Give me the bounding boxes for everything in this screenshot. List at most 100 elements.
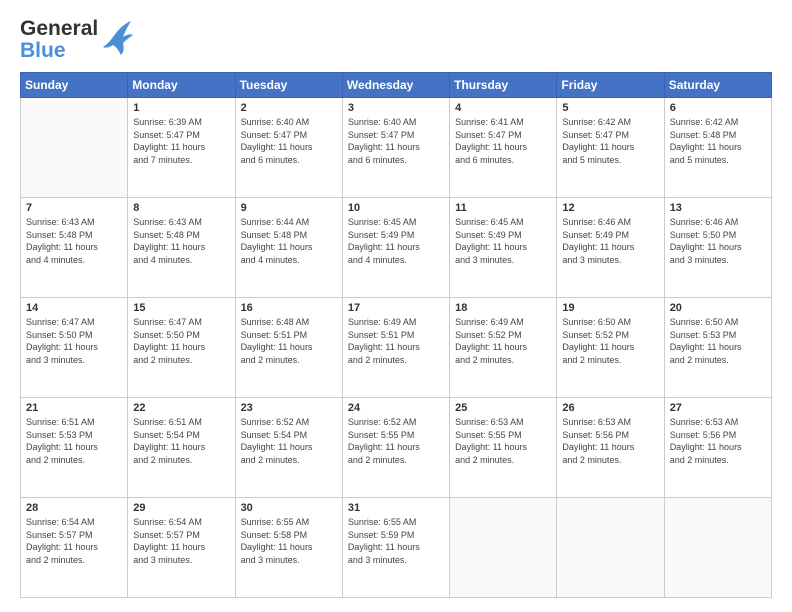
day-number: 7: [26, 202, 122, 214]
day-number: 15: [133, 302, 229, 314]
logo-bird-icon: [103, 17, 133, 60]
day-info: Sunrise: 6:50 AMSunset: 5:53 PMDaylight:…: [670, 316, 766, 366]
day-number: 27: [670, 402, 766, 414]
calendar-cell: [664, 497, 771, 597]
day-info: Sunrise: 6:54 AMSunset: 5:57 PMDaylight:…: [26, 516, 122, 566]
day-number: 14: [26, 302, 122, 314]
day-number: 26: [562, 402, 658, 414]
calendar-week-row: 14 Sunrise: 6:47 AMSunset: 5:50 PMDayligh…: [21, 298, 772, 398]
day-number: 8: [133, 202, 229, 214]
calendar-cell: 13 Sunrise: 6:46 AMSunset: 5:50 PMDayligh…: [664, 198, 771, 298]
calendar-cell: 28 Sunrise: 6:54 AMSunset: 5:57 PMDayligh…: [21, 497, 128, 597]
day-info: Sunrise: 6:55 AMSunset: 5:59 PMDaylight:…: [348, 516, 444, 566]
day-number: 9: [241, 202, 337, 214]
logo: General Blue: [20, 18, 133, 62]
page: General Blue SundayMondayTuesdayWednesda…: [0, 0, 792, 612]
day-number: 6: [670, 102, 766, 114]
day-info: Sunrise: 6:45 AMSunset: 5:49 PMDaylight:…: [348, 216, 444, 266]
day-info: Sunrise: 6:54 AMSunset: 5:57 PMDaylight:…: [133, 516, 229, 566]
day-info: Sunrise: 6:50 AMSunset: 5:52 PMDaylight:…: [562, 316, 658, 366]
day-info: Sunrise: 6:55 AMSunset: 5:58 PMDaylight:…: [241, 516, 337, 566]
day-number: 19: [562, 302, 658, 314]
day-number: 24: [348, 402, 444, 414]
calendar-cell: 7 Sunrise: 6:43 AMSunset: 5:48 PMDaylight…: [21, 198, 128, 298]
calendar-cell: 10 Sunrise: 6:45 AMSunset: 5:49 PMDayligh…: [342, 198, 449, 298]
calendar-cell: 8 Sunrise: 6:43 AMSunset: 5:48 PMDaylight…: [128, 198, 235, 298]
day-info: Sunrise: 6:47 AMSunset: 5:50 PMDaylight:…: [26, 316, 122, 366]
calendar-cell: 12 Sunrise: 6:46 AMSunset: 5:49 PMDayligh…: [557, 198, 664, 298]
calendar-cell: 2 Sunrise: 6:40 AMSunset: 5:47 PMDaylight…: [235, 98, 342, 198]
day-info: Sunrise: 6:45 AMSunset: 5:49 PMDaylight:…: [455, 216, 551, 266]
day-info: Sunrise: 6:39 AMSunset: 5:47 PMDaylight:…: [133, 116, 229, 166]
day-number: 28: [26, 502, 122, 514]
day-info: Sunrise: 6:53 AMSunset: 5:56 PMDaylight:…: [562, 416, 658, 466]
calendar-cell: [557, 497, 664, 597]
calendar-cell: 15 Sunrise: 6:47 AMSunset: 5:50 PMDayligh…: [128, 298, 235, 398]
weekday-header: Friday: [557, 73, 664, 98]
weekday-header: Thursday: [450, 73, 557, 98]
day-number: 1: [133, 102, 229, 114]
calendar-table: SundayMondayTuesdayWednesdayThursdayFrid…: [20, 72, 772, 598]
weekday-header: Saturday: [664, 73, 771, 98]
day-info: Sunrise: 6:46 AMSunset: 5:50 PMDaylight:…: [670, 216, 766, 266]
weekday-header: Sunday: [21, 73, 128, 98]
day-number: 29: [133, 502, 229, 514]
day-number: 16: [241, 302, 337, 314]
calendar-week-row: 21Sunrise: 6:51 AMSunset: 5:53 PMDayligh…: [21, 398, 772, 498]
day-number: 11: [455, 202, 551, 214]
calendar-cell: 31Sunrise: 6:55 AMSunset: 5:59 PMDayligh…: [342, 497, 449, 597]
day-info: Sunrise: 6:46 AMSunset: 5:49 PMDaylight:…: [562, 216, 658, 266]
calendar-cell: 21Sunrise: 6:51 AMSunset: 5:53 PMDayligh…: [21, 398, 128, 498]
day-info: Sunrise: 6:43 AMSunset: 5:48 PMDaylight:…: [26, 216, 122, 266]
day-info: Sunrise: 6:49 AMSunset: 5:51 PMDaylight:…: [348, 316, 444, 366]
day-info: Sunrise: 6:53 AMSunset: 5:55 PMDaylight:…: [455, 416, 551, 466]
weekday-header: Monday: [128, 73, 235, 98]
logo-general: General: [20, 18, 98, 40]
calendar-cell: 4Sunrise: 6:41 AMSunset: 5:47 PMDaylight…: [450, 98, 557, 198]
day-number: 12: [562, 202, 658, 214]
day-number: 3: [348, 102, 444, 114]
calendar-cell: 23Sunrise: 6:52 AMSunset: 5:54 PMDayligh…: [235, 398, 342, 498]
calendar-cell: 3 Sunrise: 6:40 AMSunset: 5:47 PMDaylight…: [342, 98, 449, 198]
calendar-cell: 26 Sunrise: 6:53 AMSunset: 5:56 PMDayligh…: [557, 398, 664, 498]
day-info: Sunrise: 6:42 AMSunset: 5:48 PMDaylight:…: [670, 116, 766, 166]
calendar-cell: 11 Sunrise: 6:45 AMSunset: 5:49 PMDayligh…: [450, 198, 557, 298]
day-info: Sunrise: 6:44 AMSunset: 5:48 PMDaylight:…: [241, 216, 337, 266]
day-number: 10: [348, 202, 444, 214]
calendar-week-row: 1 Sunrise: 6:39 AMSunset: 5:47 PMDaylight…: [21, 98, 772, 198]
calendar-cell: [450, 497, 557, 597]
day-number: 23: [241, 402, 337, 414]
calendar-cell: 1 Sunrise: 6:39 AMSunset: 5:47 PMDaylight…: [128, 98, 235, 198]
calendar-cell: 24Sunrise: 6:52 AMSunset: 5:55 PMDayligh…: [342, 398, 449, 498]
day-info: Sunrise: 6:48 AMSunset: 5:51 PMDaylight:…: [241, 316, 337, 366]
day-number: 18: [455, 302, 551, 314]
calendar-cell: 18 Sunrise: 6:49 AMSunset: 5:52 PMDayligh…: [450, 298, 557, 398]
day-info: Sunrise: 6:53 AMSunset: 5:56 PMDaylight:…: [670, 416, 766, 466]
day-info: Sunrise: 6:42 AMSunset: 5:47 PMDaylight:…: [562, 116, 658, 166]
calendar-cell: 19 Sunrise: 6:50 AMSunset: 5:52 PMDayligh…: [557, 298, 664, 398]
calendar-cell: 14 Sunrise: 6:47 AMSunset: 5:50 PMDayligh…: [21, 298, 128, 398]
day-info: Sunrise: 6:43 AMSunset: 5:48 PMDaylight:…: [133, 216, 229, 266]
calendar-cell: 22Sunrise: 6:51 AMSunset: 5:54 PMDayligh…: [128, 398, 235, 498]
calendar-cell: [21, 98, 128, 198]
calendar-cell: 27 Sunrise: 6:53 AMSunset: 5:56 PMDayligh…: [664, 398, 771, 498]
day-number: 30: [241, 502, 337, 514]
day-number: 25: [455, 402, 551, 414]
day-info: Sunrise: 6:51 AMSunset: 5:54 PMDaylight:…: [133, 416, 229, 466]
day-number: 4: [455, 102, 551, 114]
day-number: 13: [670, 202, 766, 214]
day-info: Sunrise: 6:49 AMSunset: 5:52 PMDaylight:…: [455, 316, 551, 366]
calendar-cell: 5 Sunrise: 6:42 AMSunset: 5:47 PMDaylight…: [557, 98, 664, 198]
day-info: Sunrise: 6:47 AMSunset: 5:50 PMDaylight:…: [133, 316, 229, 366]
calendar-week-row: 28 Sunrise: 6:54 AMSunset: 5:57 PMDayligh…: [21, 497, 772, 597]
day-number: 5: [562, 102, 658, 114]
calendar-cell: 16 Sunrise: 6:48 AMSunset: 5:51 PMDayligh…: [235, 298, 342, 398]
weekday-header: Tuesday: [235, 73, 342, 98]
calendar-cell: 25 Sunrise: 6:53 AMSunset: 5:55 PMDayligh…: [450, 398, 557, 498]
day-info: Sunrise: 6:40 AMSunset: 5:47 PMDaylight:…: [241, 116, 337, 166]
calendar-cell: 6 Sunrise: 6:42 AMSunset: 5:48 PMDaylight…: [664, 98, 771, 198]
day-number: 2: [241, 102, 337, 114]
header: General Blue: [20, 18, 772, 62]
day-info: Sunrise: 6:40 AMSunset: 5:47 PMDaylight:…: [348, 116, 444, 166]
calendar-cell: 9 Sunrise: 6:44 AMSunset: 5:48 PMDaylight…: [235, 198, 342, 298]
